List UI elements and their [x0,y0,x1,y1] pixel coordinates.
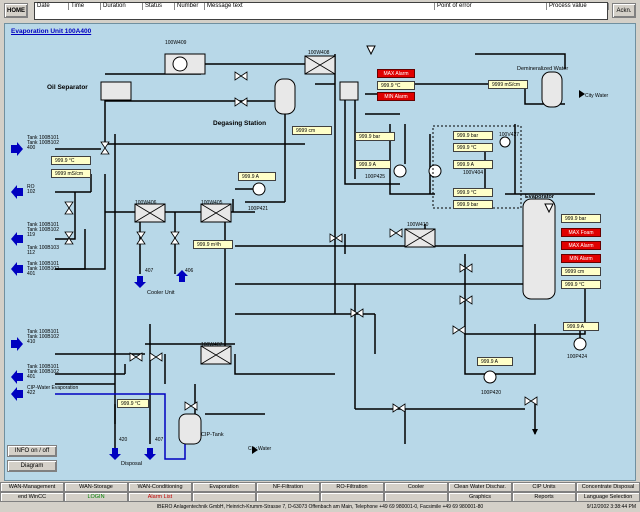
nav-empty-slot[interactable] [320,492,384,502]
col-message: Message text [205,3,435,10]
nav-ro-filtration[interactable]: RO-Filtration [320,482,384,492]
stream-label: Tank 100B101 Tank 100B102 410 [27,329,59,345]
stream-label: CIP-Water Evaporation 422 [27,385,79,396]
nav-evaporation[interactable]: Evaporation [192,482,256,492]
demineralized-water-label: Demineralized Water [517,66,569,72]
alarm-min-evap[interactable]: MIN Alarm [561,254,601,263]
col-process-value: Process value [547,3,609,10]
acknowledge-button[interactable]: Ackn. [612,3,636,18]
nav-end-wincc[interactable]: end WinCC [0,492,64,502]
value-temp-top: 999.9 °C [377,81,415,90]
value-bar-427: 999.9 bar [453,131,493,140]
value-temp-evap: 999.9 °C [561,280,601,289]
nav-wan-conditioning[interactable]: WAN-Conditioning [128,482,192,492]
stream-label: Tank 100B101 Tank 100B102 400 [27,135,59,151]
alarm-max-foam[interactable]: MAX Foam [561,228,601,237]
footer: IBERO Anlagentechnik GmbH, Heinrich-Krum… [0,502,640,512]
alarm-max-evap[interactable]: MAX Alarm [561,241,601,250]
col-point-of-error: Point of error [435,3,547,10]
city-water-label-top: City Water [585,93,609,99]
value-cond-demin: 9999 mS/cm [488,80,528,89]
stream-label: Tank 100B103 112 [27,245,59,256]
value-temp-left: 999.9 °C [51,156,91,165]
hx-100w405-label: 100W405 [201,200,223,206]
nav-cooler[interactable]: Cooler [384,482,448,492]
stream-label: Tank 100B101 Tank 100B102 401 [27,364,59,380]
col-number: Number [175,3,205,10]
value-amp-404: 999.9 A [453,160,493,169]
motor-100w409-label: 100W409 [165,40,187,46]
nav-empty-slot[interactable] [256,492,320,502]
pump-100p424-label: 100P424 [567,354,588,360]
stream-420-label: 420 [119,437,128,443]
process-diagram: Evaporation Unit 100A400 100W409 100W408… [4,23,636,481]
nav-empty-slot[interactable] [192,492,256,502]
hx-100w410-label: 100W410 [407,222,429,228]
nav-alarm-list[interactable]: Alarm List [128,492,192,502]
pump-100p420-label: 100P420 [481,390,502,396]
city-water-label-bottom: City Water [248,446,272,452]
nav-nf-filtration[interactable]: NF-Filtration [256,482,320,492]
nav-reports[interactable]: Reports [512,492,576,502]
value-cond-left: 9999 mS/cm [51,169,91,178]
nav-concentrate-disposal[interactable]: Concentrate Disposal [576,482,640,492]
stream-407-label: 407 [145,268,154,274]
cip-tank-label[interactable]: CIP-Tank [201,432,224,438]
home-button[interactable]: HOME [4,3,28,18]
col-status: Status [143,3,175,10]
footer-company: IBERO Anlagentechnik GmbH, Heinrich-Krum… [156,504,484,510]
stream-label: Tank 100B101 Tank 100B102 401 [27,261,59,277]
stream-label: RO 102 [27,184,36,195]
pump-100p421-label: 100P421 [248,206,269,212]
nav-login[interactable]: LOGIN [64,492,128,502]
hx-100w407-label: 100W407 [201,342,223,348]
nav-empty-slot[interactable] [384,492,448,502]
nav-wan-management[interactable]: WAN-Management [0,482,64,492]
value-bar-404: 999.9 bar [453,200,493,209]
stream-407b-label: 407 [155,437,164,443]
message-panel[interactable]: Date Time Duration Status Number Message… [34,2,609,20]
hx-100w406-label: 100W406 [135,200,157,206]
alarm-min-top[interactable]: MIN Alarm [377,92,415,101]
nav-clean-water-discharge[interactable]: Clean Water Dischar. [448,482,512,492]
value-level-evap: 9999 cm [561,267,601,276]
value-temp-404: 999.9 °C [453,188,493,197]
hx-100w408-label: 100W408 [308,50,330,56]
col-date: Date [35,3,69,10]
info-toggle-button[interactable]: INFO on / off [7,445,57,457]
message-bar: HOME Date Time Duration Status Number Me… [0,0,640,22]
value-amp-p421: 999.9 A [238,172,276,181]
value-temp-cip: 999.9 °C [117,399,149,408]
value-amp-420: 999.9 A [477,357,513,366]
evaporator-label[interactable]: Evaporator [525,194,554,200]
disposal-label: Disposal [121,461,143,467]
value-bar-1: 999.9 bar [355,132,395,141]
nav-wan-storage[interactable]: WAN-Storage [64,482,128,492]
col-duration: Duration [101,3,143,10]
datetime: 9/12/2002 3:38:44 PM [586,504,636,510]
pipework [11,45,595,460]
col-time: Time [69,3,101,10]
value-flow-405: 999.9 m³/h [193,240,233,249]
stream-406-label: 406 [185,268,194,274]
value-amp-424: 999.9 A [563,322,599,331]
value-temp-427: 999.9 °C [453,143,493,152]
cooler-unit-label[interactable]: Cooler Unit [147,290,175,296]
value-amp-p425: 999.9 A [355,160,391,169]
100v404-label: 100V404 [463,170,484,176]
alarm-max-top[interactable]: MAX Alarm [377,69,415,78]
nav-graphics[interactable]: Graphics [448,492,512,502]
value-bar-evap: 999.9 bar [561,214,601,223]
degasing-station-label[interactable]: Degasing Station [213,120,266,127]
100v427-label: 100V427 [499,132,520,138]
pump-100p425-label: 100P425 [365,174,386,180]
diagram-button[interactable]: Diagram [7,460,57,472]
nav-cip-units[interactable]: CIP Units [512,482,576,492]
oil-separator-label[interactable]: Oil Separator [47,84,88,91]
value-level-degas: 9999 cm [292,126,332,135]
stream-label: Tank 100B101 Tank 100B102 119 [27,222,59,238]
nav-language-selection[interactable]: Language Selection [576,492,640,502]
